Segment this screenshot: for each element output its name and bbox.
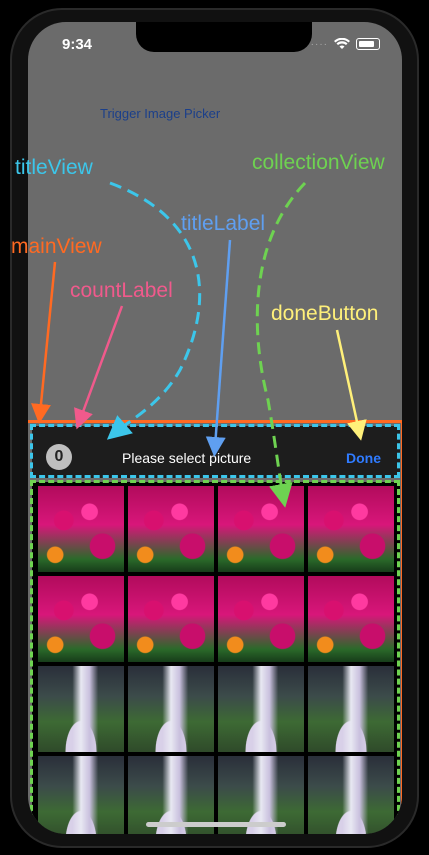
arrow-donebutton (335, 329, 367, 441)
arrow-mainview (31, 261, 57, 424)
arrow-titleview (106, 181, 202, 440)
annotation-arrows (31, 181, 367, 508)
arrow-countlabel (74, 305, 124, 430)
arrow-collectionview (255, 181, 307, 508)
arrow-titlelabel (205, 239, 232, 457)
phone-frame: 9:34 ···· Trigger Image Picker 0 Please … (0, 0, 429, 855)
